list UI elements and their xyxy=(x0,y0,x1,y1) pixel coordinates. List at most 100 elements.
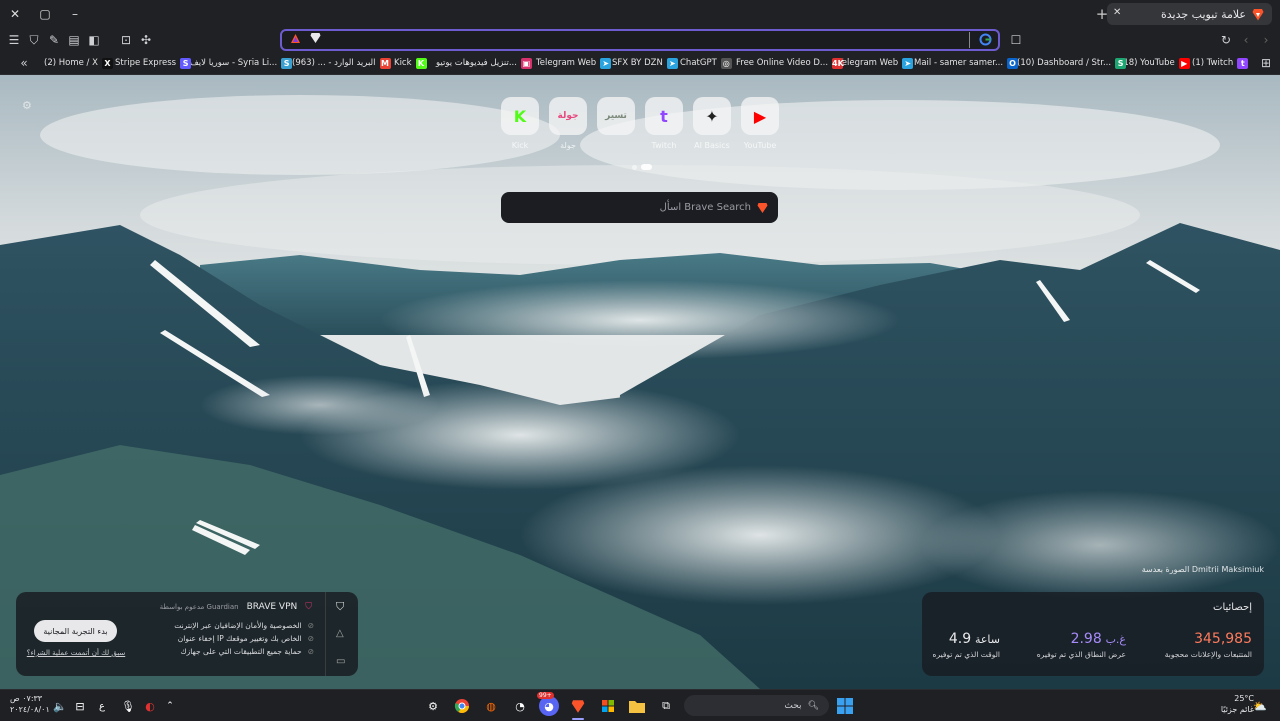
top-site-tile[interactable]: ▶ xyxy=(741,97,779,135)
extensions-icon[interactable]: ✣ xyxy=(136,30,156,50)
sidebar-toggle-icon[interactable]: ◧ xyxy=(84,30,104,50)
stat-value: 2.98 xyxy=(1070,631,1102,647)
bookmark-item[interactable]: (18) YouTube ▶ xyxy=(1120,55,1190,71)
close-window-button[interactable]: ✕ xyxy=(0,0,30,28)
taskbar: ٠٧:٣٣ ص ٢٠٢٤/٠٨/٠١ 🔈 ⊟ ع 🎙 ◐ ⌃ ⚙ ◍ ◔ ◕ 9… xyxy=(0,689,1280,721)
system-clock[interactable]: ٠٧:٣٣ ص ٢٠٢٤/٠٨/٠١ xyxy=(10,693,50,715)
shield-icon[interactable]: ⛉ xyxy=(24,30,44,50)
bookmark-item[interactable]: تنزيل فيديوهات يوتيو... ▣ xyxy=(436,55,532,71)
steam-icon[interactable]: ⚙ xyxy=(423,696,443,716)
close-icon: ✕ xyxy=(9,7,21,21)
vpn-start-trial-button[interactable]: بدء التجربة المجانية xyxy=(34,620,117,642)
vpn-shield-icon[interactable]: ⛉ xyxy=(336,600,344,614)
file-explorer-icon[interactable] xyxy=(627,696,647,716)
brave-rewards-icon[interactable] xyxy=(290,33,302,47)
top-sites-page-dot[interactable] xyxy=(632,165,637,170)
bookmark-label: Kick xyxy=(394,58,412,68)
bookmark-item[interactable]: البريد الوارد - ... (963) M xyxy=(292,55,391,71)
bookmark-item[interactable]: SFX BY DZN ➤ xyxy=(612,55,678,71)
vpn-feature: إخفاء عنوان IP الخاص بك وتغيير موقعك ⊘ xyxy=(178,634,314,643)
minimize-window-button[interactable]: – xyxy=(60,0,90,28)
rewards-triangle-icon[interactable]: △ xyxy=(336,628,344,639)
address-input[interactable] xyxy=(332,32,958,50)
stats-title: إحصائيات xyxy=(1213,602,1252,613)
bookmark-item[interactable]: (1) Twitch t xyxy=(1192,55,1249,71)
bookmark-label: (10) Dashboard / Str... xyxy=(1017,58,1112,68)
bookmark-item[interactable]: (10) Dashboard / Str... S xyxy=(1017,55,1127,71)
top-site-tile[interactable]: t xyxy=(645,97,683,135)
forward-icon[interactable]: ‹ xyxy=(1236,30,1256,50)
tray-app-icon[interactable]: ◐ xyxy=(140,696,160,716)
show-hidden-icons-icon[interactable]: ⌃ xyxy=(160,696,180,716)
volume-icon[interactable]: 🔈 xyxy=(50,696,70,716)
stats-widget: إحصائيات 345,985 المتتبعات والإعلانات مح… xyxy=(922,592,1264,676)
bookmark-label: Telegram Web xyxy=(536,58,597,68)
tab-new-tab[interactable]: ✕ علامة تبويب جديدة xyxy=(1107,3,1272,25)
chrome-icon[interactable] xyxy=(452,696,472,716)
brave-search-box[interactable]: اسأل Brave Search xyxy=(501,192,778,223)
bookmark-item[interactable]: Telegram Web ➤ xyxy=(838,55,914,71)
menu-icon[interactable]: ☰ xyxy=(4,30,24,50)
brave-vpn-widget: ⛉ △ ▭ مدعوم بواسطة Guardian BRAVE VPN ⛉ … xyxy=(16,592,358,676)
stat-unit: غ.ب xyxy=(1105,633,1126,646)
bookmarks-bar: « ⊞ (1) Twitch t (18) YouTube ▶ (10) Dashboa… xyxy=(0,52,1280,75)
microphone-icon[interactable]: 🎙 xyxy=(118,696,138,716)
bookmark-item[interactable]: Free Online Video D... 4K xyxy=(736,55,844,71)
settings-gear-icon[interactable]: ⚙ xyxy=(22,99,32,112)
youtube-icon: ▶ xyxy=(753,106,767,126)
top-site-tile[interactable]: جولة xyxy=(549,97,587,135)
back-icon[interactable]: › xyxy=(1256,30,1276,50)
bookmark-item[interactable]: Mail - samer samer... O xyxy=(914,55,1019,71)
photo-credit[interactable]: الصورة بعدسة Dmitrii Maksimiuk xyxy=(1142,565,1264,574)
rockstar-icon[interactable]: ◔ xyxy=(510,696,530,716)
bookmark-favicon-icon: S xyxy=(1115,57,1127,69)
language-indicator[interactable]: ع xyxy=(92,696,112,716)
vpn-feature: الخصوصية والأمان الإضافيان عبر الإنترنت ⊘ xyxy=(174,621,314,630)
address-bar[interactable] xyxy=(280,29,1000,51)
bookmark-item[interactable]: (2) Home / XX xyxy=(44,55,113,71)
taskbar-search[interactable]: بحث 🔍︎ xyxy=(684,695,829,716)
bookmark-icon[interactable]: ☐ xyxy=(1006,30,1026,50)
bookmark-label: Free Online Video D... xyxy=(736,58,829,68)
taskbar-search-placeholder: بحث xyxy=(784,700,802,711)
vpn-already-purchased-link[interactable]: سبق لك أن أتممت عملية الشراء؟ xyxy=(26,649,126,657)
bookmark-label: (18) YouTube xyxy=(1120,58,1175,68)
apps-grid-icon[interactable]: ⊞ xyxy=(1256,53,1276,73)
start-icon[interactable] xyxy=(835,696,855,716)
tab-close-icon[interactable]: ✕ xyxy=(1113,7,1121,18)
vpn-feature-text: الخصوصية والأمان الإضافيان عبر الإنترنت xyxy=(174,621,302,630)
top-site-tile[interactable]: K xyxy=(501,97,539,135)
more-bookmarks-icon[interactable]: « xyxy=(14,53,34,73)
reload-icon[interactable]: ↻ xyxy=(1216,30,1236,50)
stat-bandwidth: غ.ب 2.98 عرض النطاق الذي تم توفيره xyxy=(1037,631,1126,659)
brave-shields-icon[interactable] xyxy=(310,32,322,46)
microsoft-store-icon[interactable] xyxy=(598,696,618,716)
widget-sidebar: ⛉ △ ▭ xyxy=(325,592,358,676)
news-icon[interactable]: ▭ xyxy=(336,656,345,667)
bookmark-item[interactable]: Kick K xyxy=(394,55,427,71)
top-site-tile[interactable]: ✦ xyxy=(693,97,731,135)
discord-icon[interactable]: ◕ 99+ xyxy=(537,692,559,716)
bookmark-item[interactable]: ChatGPT ◎ xyxy=(680,55,732,71)
stat-value: 345,985 xyxy=(1194,631,1252,647)
search-icon: 🔍︎ xyxy=(807,700,819,711)
vpn-feature-text: إخفاء عنوان IP الخاص بك وتغيير موقعك xyxy=(177,634,302,643)
maximize-window-button[interactable]: ▢ xyxy=(30,0,60,28)
network-icon[interactable]: ⊟ xyxy=(70,696,90,716)
screenshot-icon[interactable]: ⊡ xyxy=(116,30,136,50)
bookmark-item[interactable]: سوريا لايف - Syria Li... S xyxy=(190,55,293,71)
origin-icon[interactable]: ◍ xyxy=(481,696,501,716)
bookmark-favicon-icon: ▶ xyxy=(1178,57,1190,69)
brave-taskbar-icon[interactable] xyxy=(568,696,588,716)
stat-unit: ساعة xyxy=(974,633,1000,646)
google-icon[interactable] xyxy=(979,33,992,46)
bookmark-favicon-icon: 4K xyxy=(832,57,844,69)
top-sites-page-dot-active[interactable] xyxy=(641,164,652,170)
task-view-icon[interactable]: ⧉ xyxy=(656,696,676,716)
reading-list-icon[interactable]: ▤ xyxy=(64,30,84,50)
top-site-tile[interactable]: تسير xyxy=(597,97,635,135)
kick-icon: K xyxy=(513,106,527,126)
bookmark-item[interactable]: Stripe Express S xyxy=(115,55,192,71)
wallet-icon[interactable]: ✎ xyxy=(44,30,64,50)
bookmark-item[interactable]: Telegram Web ➤ xyxy=(536,55,612,71)
